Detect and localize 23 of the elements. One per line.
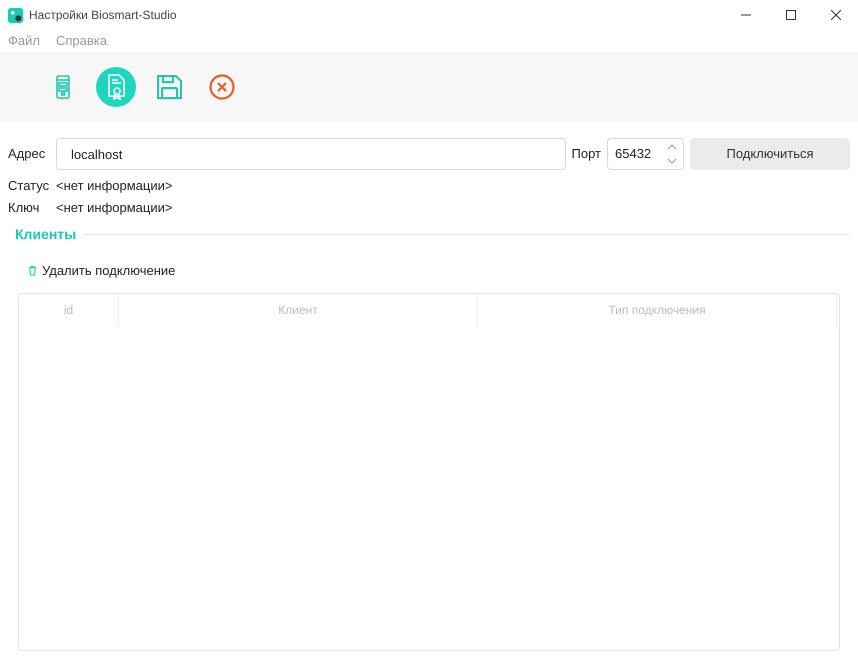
- info-value: <нет информации>: [56, 199, 172, 218]
- port-field[interactable]: 65432: [607, 138, 684, 170]
- info-label: Статус: [8, 177, 50, 196]
- close-icon[interactable]: [831, 10, 841, 20]
- info-value: <нет информации>: [56, 177, 172, 196]
- app-logo-icon: [8, 8, 23, 22]
- section-title: Клиенты: [15, 225, 76, 244]
- port-label: Порт: [572, 145, 601, 164]
- info-label: Ключ: [8, 199, 40, 218]
- menu-item[interactable]: Справка: [56, 31, 107, 51]
- trash-icon: [28, 265, 37, 276]
- column-header[interactable]: id: [19, 294, 119, 326]
- spinner-arrows-icon[interactable]: [667, 142, 677, 166]
- column-header[interactable]: Клиент: [119, 294, 478, 326]
- column-header[interactable]: Тип подключения: [478, 294, 837, 326]
- window-title: Настройки Biosmart-Studio: [29, 7, 177, 24]
- delete-connection-button[interactable]: Удалить подключение: [28, 261, 176, 280]
- maximize-icon[interactable]: [786, 10, 796, 20]
- address-label: Адрес: [8, 145, 46, 164]
- document-icon[interactable]: [96, 67, 136, 107]
- menu-item[interactable]: Файл: [8, 31, 40, 51]
- connect-button[interactable]: Подключиться: [690, 138, 850, 170]
- address-field[interactable]: localhost: [56, 138, 566, 170]
